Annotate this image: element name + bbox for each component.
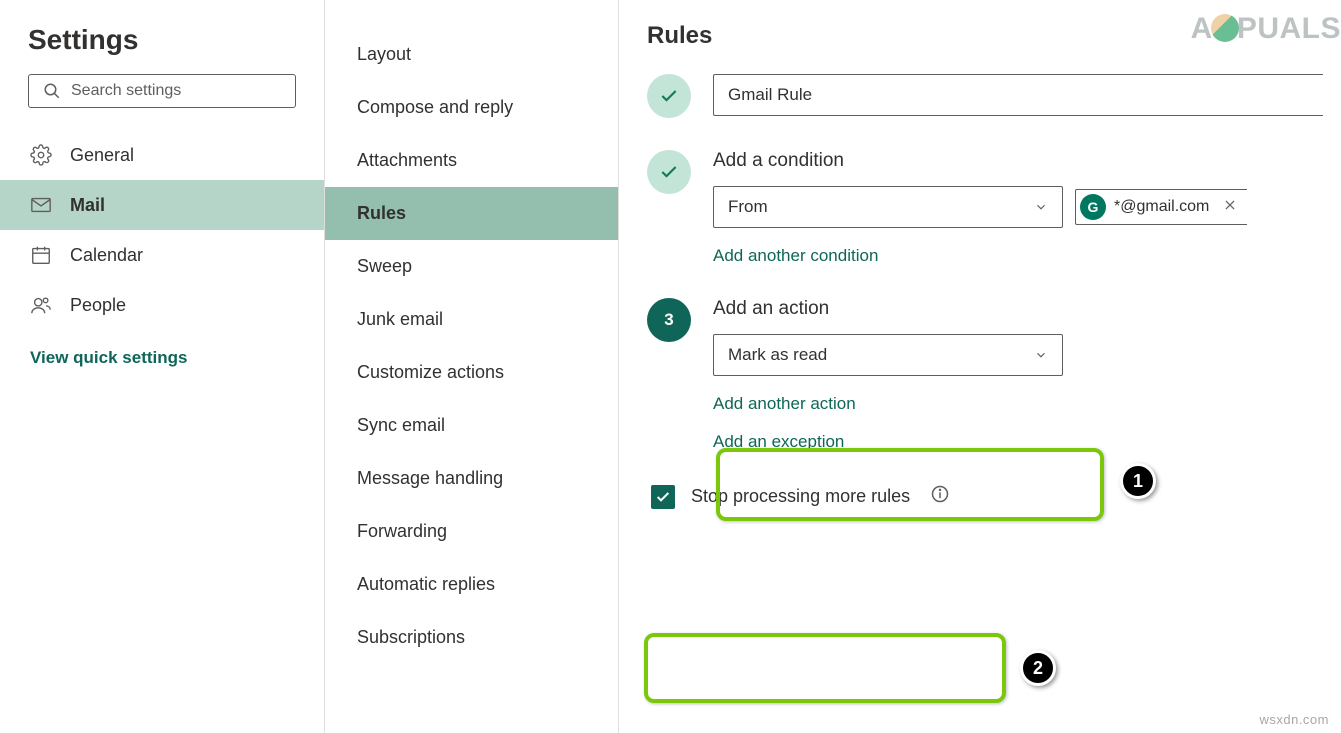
sec-subscriptions[interactable]: Subscriptions (325, 611, 618, 664)
checkmark-icon (655, 489, 671, 505)
action-value: Mark as read (728, 345, 827, 365)
sec-sync-email[interactable]: Sync email (325, 399, 618, 452)
add-condition-link[interactable]: Add another condition (713, 246, 1341, 266)
main-pane: Rules Gmail Rule Add a condition From (619, 0, 1341, 733)
add-action-link[interactable]: Add another action (713, 394, 1341, 414)
condition-type-select[interactable]: From (713, 186, 1063, 228)
step-condition: Add a condition From G *@gmail.com A (647, 150, 1341, 266)
nav-calendar-label: Calendar (70, 245, 143, 266)
sec-layout[interactable]: Layout (325, 28, 618, 81)
nav-general-label: General (70, 145, 134, 166)
sec-junk-email[interactable]: Junk email (325, 293, 618, 346)
sec-rules[interactable]: Rules (325, 187, 618, 240)
condition-type-value: From (728, 197, 768, 217)
email-chip: G *@gmail.com (1080, 194, 1237, 220)
chevron-down-icon (1034, 348, 1048, 362)
nav-general[interactable]: General (0, 130, 324, 180)
annotation-badge-2: 2 (1020, 650, 1056, 686)
stop-processing-row: Stop processing more rules (651, 484, 1341, 509)
view-quick-settings-link[interactable]: View quick settings (0, 330, 324, 386)
step2-title: Add a condition (713, 150, 1341, 172)
rule-name-input[interactable]: Gmail Rule (713, 74, 1323, 116)
sec-sweep[interactable]: Sweep (325, 240, 618, 293)
nav-mail-label: Mail (70, 195, 105, 216)
nav-calendar[interactable]: Calendar (0, 230, 324, 280)
info-icon[interactable] (930, 484, 950, 509)
primary-sidebar: Settings Search settings General Mail Ca… (0, 0, 325, 733)
mail-icon (30, 194, 52, 216)
primary-nav-list: General Mail Calendar People (0, 130, 324, 330)
settings-title: Settings (0, 24, 324, 74)
calendar-icon (30, 244, 52, 266)
nav-people[interactable]: People (0, 280, 324, 330)
secondary-nav-list: Layout Compose and reply Attachments Rul… (325, 28, 618, 664)
sec-compose-reply[interactable]: Compose and reply (325, 81, 618, 134)
search-placeholder: Search settings (71, 82, 181, 100)
add-exception-link[interactable]: Add an exception (713, 432, 1341, 452)
step3-number-badge: 3 (647, 298, 691, 342)
chip-avatar: G (1080, 194, 1106, 220)
chevron-down-icon (1034, 200, 1048, 214)
nav-people-label: People (70, 295, 126, 316)
step2-check-icon (647, 150, 691, 194)
step-rule-name: Gmail Rule (647, 74, 1341, 118)
search-icon (43, 82, 61, 100)
sec-automatic-replies[interactable]: Automatic replies (325, 558, 618, 611)
search-input[interactable]: Search settings (28, 74, 296, 108)
step-action: 3 Add an action Mark as read Add another… (647, 298, 1341, 452)
rule-name-value: Gmail Rule (728, 85, 812, 105)
action-select[interactable]: Mark as read (713, 334, 1063, 376)
sec-message-handling[interactable]: Message handling (325, 452, 618, 505)
stop-processing-checkbox[interactable] (651, 485, 675, 509)
appuals-logo: APUALS (1191, 12, 1341, 46)
chip-text: *@gmail.com (1114, 198, 1209, 216)
annotation-badge-1: 1 (1120, 463, 1156, 499)
secondary-sidebar: Layout Compose and reply Attachments Rul… (325, 0, 619, 733)
sec-forwarding[interactable]: Forwarding (325, 505, 618, 558)
step3-title: Add an action (713, 298, 1341, 320)
sec-attachments[interactable]: Attachments (325, 134, 618, 187)
condition-value-field[interactable]: G *@gmail.com (1075, 189, 1247, 225)
site-watermark: wsxdn.com (1259, 712, 1329, 727)
people-icon (30, 294, 52, 316)
gear-icon (30, 144, 52, 166)
nav-mail[interactable]: Mail (0, 180, 324, 230)
step1-check-icon (647, 74, 691, 118)
stop-processing-label: Stop processing more rules (691, 486, 910, 507)
chip-remove-icon[interactable] (1223, 198, 1237, 217)
sec-customize-actions[interactable]: Customize actions (325, 346, 618, 399)
